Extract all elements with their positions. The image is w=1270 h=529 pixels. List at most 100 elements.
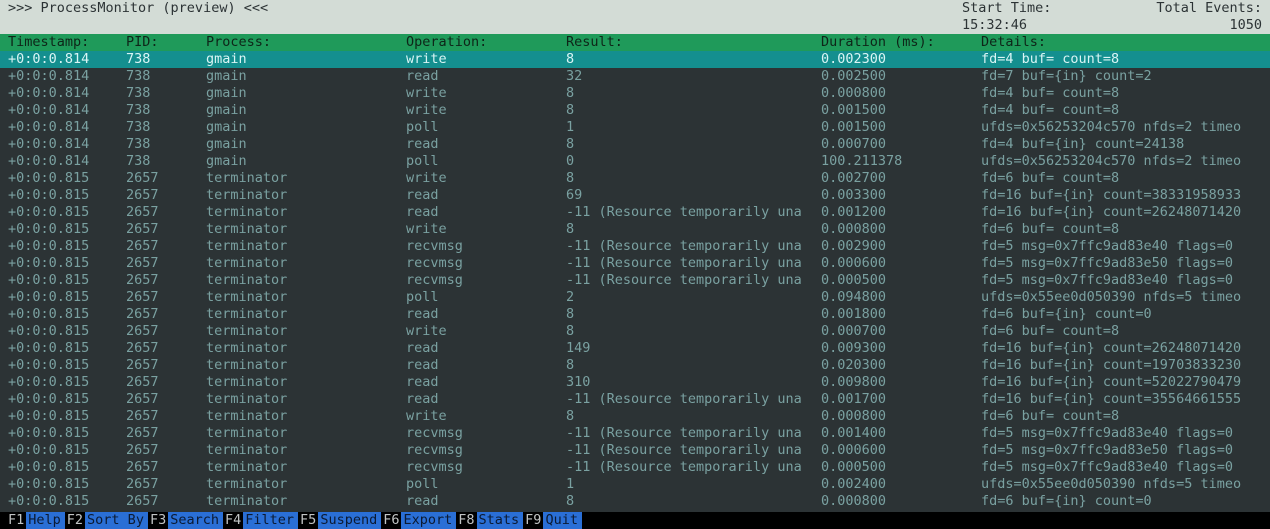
table-row[interactable]: +0:0:0.814738gmainwrite80.001500fd=4 buf… <box>0 102 1270 119</box>
fn-suspend[interactable]: F5Suspend <box>300 512 381 529</box>
cell-timestamp: +0:0:0.815 <box>8 306 126 323</box>
app-title: >>> ProcessMonitor (preview) <<< <box>8 0 268 34</box>
cell-duration: 0.002700 <box>821 170 981 187</box>
col-duration[interactable]: Duration (ms): <box>821 34 981 51</box>
cell-pid: 2657 <box>126 459 206 476</box>
cell-process: terminator <box>206 170 406 187</box>
fn-key-label: F3 <box>150 512 166 529</box>
table-row[interactable]: +0:0:0.8152657terminatorread80.000800fd=… <box>0 493 1270 510</box>
table-row[interactable]: +0:0:0.814738gmainpoll10.001500ufds=0x56… <box>0 119 1270 136</box>
col-result[interactable]: Result: <box>566 34 821 51</box>
fn-action-label: Quit <box>543 512 582 529</box>
table-row[interactable]: +0:0:0.814738gmainpoll0100.211378ufds=0x… <box>0 153 1270 170</box>
cell-duration: 0.003300 <box>821 187 981 204</box>
cell-duration: 0.000800 <box>821 493 981 510</box>
cell-result: 310 <box>566 374 821 391</box>
table-row[interactable]: +0:0:0.814738gmainwrite80.000800fd=4 buf… <box>0 85 1270 102</box>
cell-timestamp: +0:0:0.815 <box>8 340 126 357</box>
table-row[interactable]: +0:0:0.8152657terminatorrecvmsg-11 (Reso… <box>0 255 1270 272</box>
cell-process: terminator <box>206 459 406 476</box>
table-row[interactable]: +0:0:0.8152657terminatorrecvmsg-11 (Reso… <box>0 272 1270 289</box>
fn-help[interactable]: F1Help <box>8 512 65 529</box>
cell-pid: 2657 <box>126 357 206 374</box>
cell-details: fd=6 buf= count=8 <box>981 170 1262 187</box>
cell-pid: 2657 <box>126 238 206 255</box>
table-row[interactable]: +0:0:0.8152657terminatorread-11 (Resourc… <box>0 391 1270 408</box>
col-process[interactable]: Process: <box>206 34 406 51</box>
cell-pid: 738 <box>126 153 206 170</box>
table-row[interactable]: +0:0:0.814738gmainread80.000700fd=4 buf=… <box>0 136 1270 153</box>
fn-export[interactable]: F6Export <box>383 512 456 529</box>
cell-timestamp: +0:0:0.815 <box>8 238 126 255</box>
cell-pid: 2657 <box>126 187 206 204</box>
cell-result: -11 (Resource temporarily una <box>566 255 821 272</box>
cell-pid: 2657 <box>126 391 206 408</box>
cell-timestamp: +0:0:0.815 <box>8 408 126 425</box>
table-row[interactable]: +0:0:0.8152657terminatorwrite80.002700fd… <box>0 170 1270 187</box>
table-row[interactable]: +0:0:0.8152657terminatorwrite80.000800fd… <box>0 408 1270 425</box>
table-row[interactable]: +0:0:0.8152657terminatorpoll10.002400ufd… <box>0 476 1270 493</box>
fn-filter[interactable]: F4Filter <box>225 512 298 529</box>
table-row[interactable]: +0:0:0.8152657terminatorread80.001800fd=… <box>0 306 1270 323</box>
cell-pid: 738 <box>126 119 206 136</box>
cell-result: -11 (Resource temporarily una <box>566 204 821 221</box>
table-row[interactable]: +0:0:0.8152657terminatorpoll20.094800ufd… <box>0 289 1270 306</box>
cell-details: fd=5 msg=0x7ffc9ad83e40 flags=0 <box>981 238 1262 255</box>
cell-timestamp: +0:0:0.815 <box>8 187 126 204</box>
table-row[interactable]: +0:0:0.8152657terminatorread80.020300fd=… <box>0 357 1270 374</box>
table-row[interactable]: +0:0:0.8152657terminatorwrite80.000800fd… <box>0 221 1270 238</box>
table-row[interactable]: +0:0:0.8152657terminatorrecvmsg-11 (Reso… <box>0 238 1270 255</box>
col-timestamp[interactable]: Timestamp: <box>8 34 126 51</box>
table-row[interactable]: +0:0:0.8152657terminatorread690.003300fd… <box>0 187 1270 204</box>
cell-operation: recvmsg <box>406 442 566 459</box>
fn-key-label: F1 <box>8 512 24 529</box>
table-row[interactable]: +0:0:0.8152657terminatorread-11 (Resourc… <box>0 204 1270 221</box>
total-events-label: Total Events: <box>1142 0 1262 17</box>
cell-timestamp: +0:0:0.814 <box>8 102 126 119</box>
event-list[interactable]: +0:0:0.814738gmainwrite80.002300fd=4 buf… <box>0 51 1270 510</box>
col-details[interactable]: Details: <box>981 34 1262 51</box>
cell-pid: 2657 <box>126 323 206 340</box>
cell-process: gmain <box>206 68 406 85</box>
cell-timestamp: +0:0:0.815 <box>8 255 126 272</box>
cell-timestamp: +0:0:0.815 <box>8 221 126 238</box>
col-operation[interactable]: Operation: <box>406 34 566 51</box>
table-row[interactable]: +0:0:0.8152657terminatorread1490.009300f… <box>0 340 1270 357</box>
table-row[interactable]: +0:0:0.8152657terminatorread3100.009800f… <box>0 374 1270 391</box>
cell-result: -11 (Resource temporarily una <box>566 391 821 408</box>
cell-details: fd=5 msg=0x7ffc9ad83e50 flags=0 <box>981 255 1262 272</box>
fn-search[interactable]: F3Search <box>150 512 223 529</box>
cell-duration: 0.000500 <box>821 272 981 289</box>
cell-process: gmain <box>206 153 406 170</box>
cell-pid: 738 <box>126 136 206 153</box>
cell-process: terminator <box>206 238 406 255</box>
cell-duration: 0.002500 <box>821 68 981 85</box>
fn-quit[interactable]: F9Quit <box>525 512 582 529</box>
cell-process: terminator <box>206 323 406 340</box>
cell-process: terminator <box>206 306 406 323</box>
cell-result: -11 (Resource temporarily una <box>566 425 821 442</box>
table-row[interactable]: +0:0:0.814738gmainwrite80.002300fd=4 buf… <box>0 51 1270 68</box>
table-row[interactable]: +0:0:0.8152657terminatorwrite80.000700fd… <box>0 323 1270 340</box>
cell-timestamp: +0:0:0.815 <box>8 374 126 391</box>
cell-duration: 100.211378 <box>821 153 981 170</box>
col-pid[interactable]: PID: <box>126 34 206 51</box>
cell-process: terminator <box>206 221 406 238</box>
fn-stats[interactable]: F8Stats <box>458 512 523 529</box>
cell-operation: recvmsg <box>406 255 566 272</box>
fn-sort-by[interactable]: F2Sort By <box>67 512 148 529</box>
cell-operation: read <box>406 374 566 391</box>
cell-duration: 0.000800 <box>821 408 981 425</box>
cell-duration: 0.094800 <box>821 289 981 306</box>
table-row[interactable]: +0:0:0.8152657terminatorrecvmsg-11 (Reso… <box>0 442 1270 459</box>
cell-pid: 2657 <box>126 170 206 187</box>
cell-result: 32 <box>566 68 821 85</box>
table-row[interactable]: +0:0:0.814738gmainread320.002500fd=7 buf… <box>0 68 1270 85</box>
table-row[interactable]: +0:0:0.8152657terminatorrecvmsg-11 (Reso… <box>0 425 1270 442</box>
cell-details: fd=16 buf={in} count=19703833230 <box>981 357 1262 374</box>
cell-process: terminator <box>206 289 406 306</box>
cell-details: fd=5 msg=0x7ffc9ad83e40 flags=0 <box>981 459 1262 476</box>
table-row[interactable]: +0:0:0.8152657terminatorrecvmsg-11 (Reso… <box>0 459 1270 476</box>
cell-operation: recvmsg <box>406 272 566 289</box>
cell-timestamp: +0:0:0.815 <box>8 289 126 306</box>
